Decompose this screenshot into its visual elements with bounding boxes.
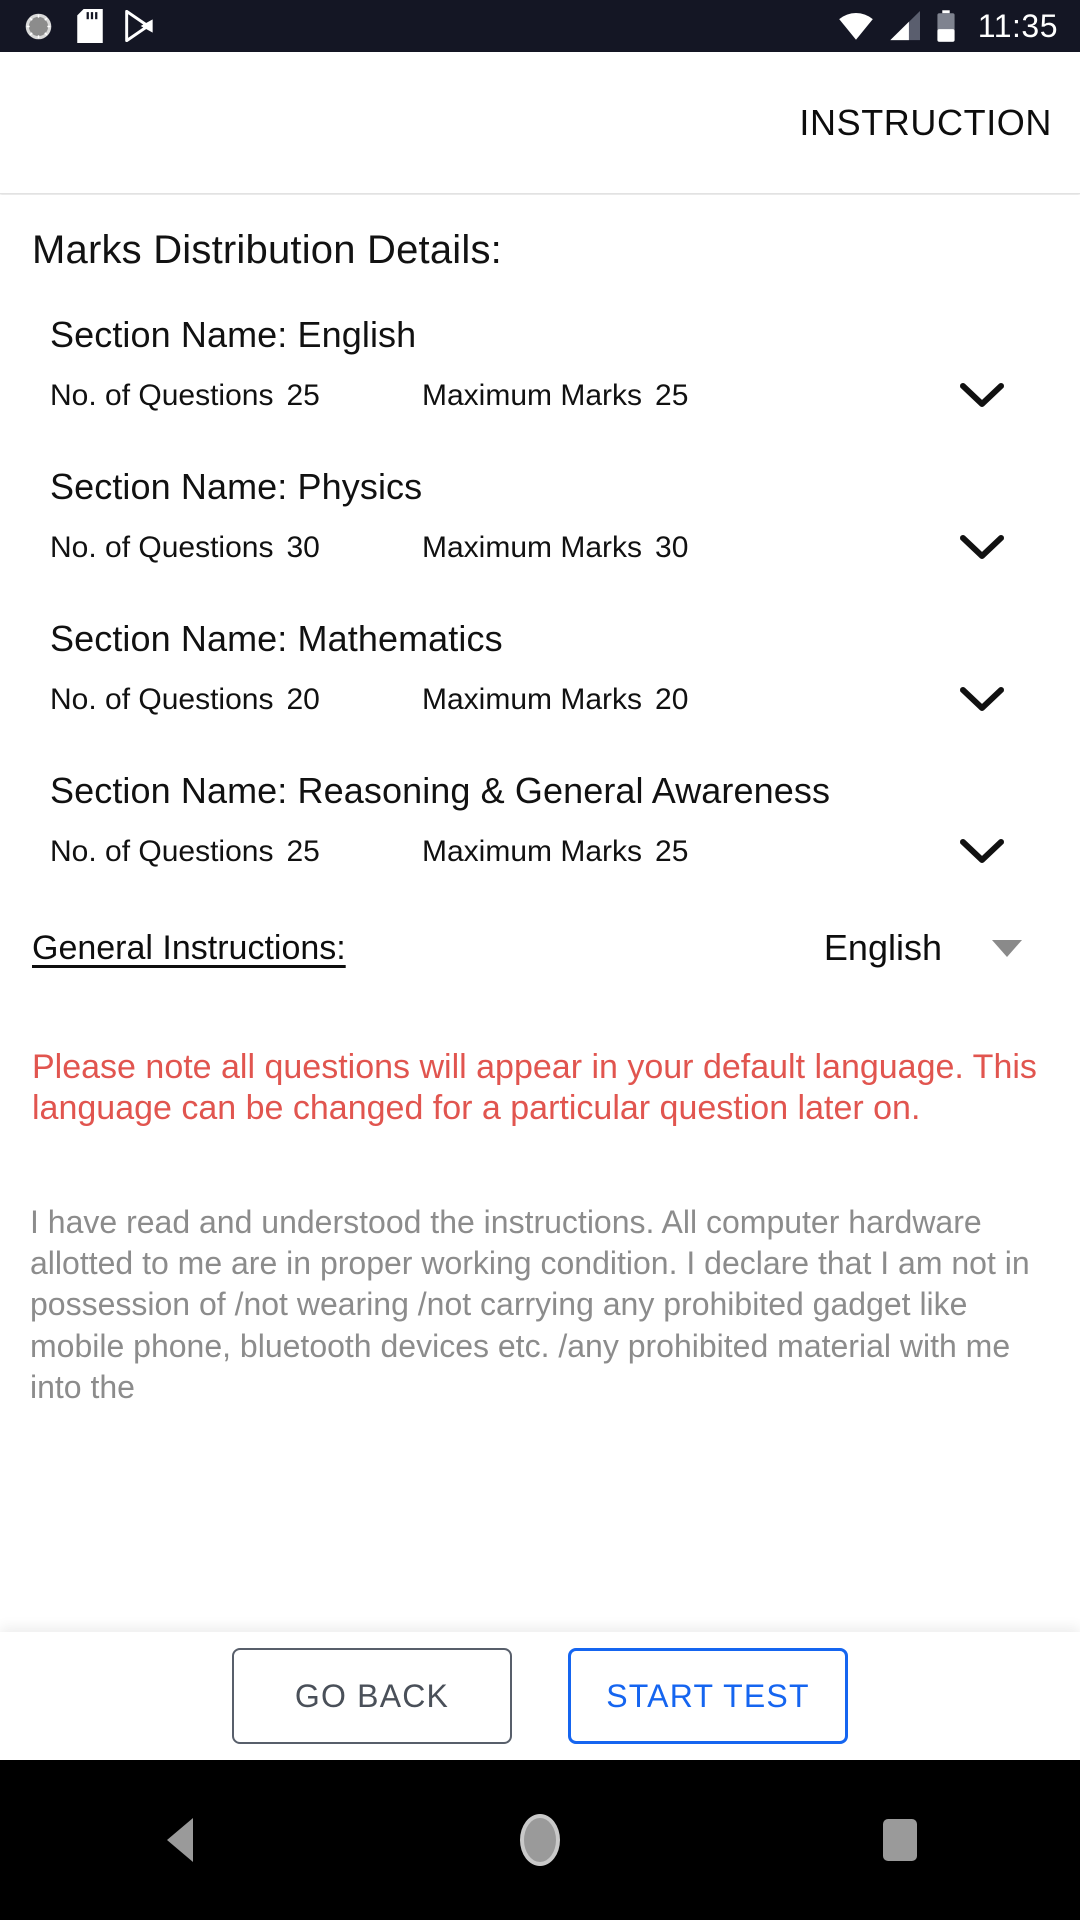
marks-value: 25: [655, 835, 689, 868]
section-row[interactable]: Section Name: Mathematics No. of Questio…: [0, 621, 1080, 717]
questions-count: No. of Questions 25: [50, 379, 422, 413]
play-store-icon: [125, 10, 155, 42]
general-instructions-label: General Instructions:: [32, 928, 346, 967]
marks-label: Maximum Marks: [422, 835, 643, 868]
instruction-scroll-area[interactable]: Marks Distribution Details: Section Name…: [0, 195, 1080, 1658]
chevron-down-icon[interactable]: [956, 383, 1008, 409]
sync-progress-icon: [22, 10, 55, 43]
chevron-down-icon[interactable]: [956, 687, 1008, 713]
questions-label: No. of Questions: [50, 379, 274, 412]
wifi-icon: [838, 11, 874, 41]
home-nav-icon: [520, 1814, 560, 1866]
section-name-label: Section Name: Physics: [50, 466, 423, 507]
android-navigation-bar: [0, 1760, 1080, 1920]
section-row[interactable]: Section Name: Reasoning & General Awaren…: [0, 773, 1080, 869]
marks-count: Maximum Marks 25: [422, 835, 956, 869]
recents-nav-button[interactable]: [720, 1760, 1080, 1920]
back-nav-button[interactable]: [0, 1760, 360, 1920]
questions-label: No. of Questions: [50, 683, 274, 716]
home-nav-button[interactable]: [360, 1760, 720, 1920]
status-bar-left-icons: [22, 9, 155, 43]
questions-value: 30: [286, 531, 320, 564]
start-test-button[interactable]: START TEST: [568, 1648, 848, 1744]
marks-label: Maximum Marks: [422, 531, 643, 564]
questions-value: 25: [286, 379, 320, 412]
section-meta-row: No. of Questions 25 Maximum Marks 25: [50, 835, 1054, 869]
section-meta-row: No. of Questions 30 Maximum Marks 30: [50, 531, 1054, 565]
page-title: INSTRUCTION: [799, 101, 1052, 143]
questions-value: 20: [286, 683, 320, 716]
chevron-down-icon[interactable]: [956, 839, 1008, 865]
questions-label: No. of Questions: [50, 835, 274, 868]
marks-count: Maximum Marks 25: [422, 379, 956, 413]
marks-distribution-heading: Marks Distribution Details:: [32, 228, 502, 272]
sections-list: Section Name: English No. of Questions 25…: [0, 317, 1080, 869]
status-bar-right-icons: 11:35: [838, 10, 1058, 42]
phone-screen: 11:35 INSTRUCTION Marks Distribution Det…: [0, 0, 1080, 1920]
questions-value: 25: [286, 835, 320, 868]
back-nav-icon: [167, 1818, 193, 1862]
go-back-button[interactable]: GO BACK: [232, 1648, 512, 1744]
section-row[interactable]: Section Name: English No. of Questions 25…: [0, 317, 1080, 413]
section-meta-row: No. of Questions 25 Maximum Marks 25: [50, 379, 1054, 413]
questions-label: No. of Questions: [50, 531, 274, 564]
section-meta-row: No. of Questions 20 Maximum Marks 20: [50, 683, 1054, 717]
marks-label: Maximum Marks: [422, 379, 643, 412]
chevron-down-icon[interactable]: [956, 535, 1008, 561]
marks-count: Maximum Marks 20: [422, 683, 956, 717]
marks-label: Maximum Marks: [422, 683, 643, 716]
language-notice-text: Please note all questions will appear in…: [32, 1048, 1037, 1128]
language-select-value: English: [823, 927, 942, 968]
marks-count: Maximum Marks 30: [422, 531, 956, 565]
section-name-label: Section Name: Reasoning & General Awaren…: [50, 770, 831, 811]
marks-value: 30: [655, 531, 689, 564]
marks-value: 25: [655, 379, 689, 412]
caret-down-icon[interactable]: [992, 939, 1022, 957]
questions-count: No. of Questions 20: [50, 683, 422, 717]
declaration-text: I have read and understood the instructi…: [30, 1203, 1030, 1405]
section-name-label: Section Name: Mathematics: [50, 618, 503, 659]
marks-value: 20: [655, 683, 689, 716]
sd-card-icon: [77, 9, 103, 43]
language-select[interactable]: English: [824, 927, 1050, 969]
recents-nav-icon: [883, 1819, 917, 1861]
cellular-signal-icon: [888, 11, 922, 41]
status-bar-clock: 11:35: [977, 8, 1058, 44]
app-bar: INSTRUCTION: [0, 52, 1080, 194]
general-instructions-row: General Instructions: English: [0, 927, 1080, 969]
status-bar: 11:35: [0, 0, 1080, 52]
battery-icon: [936, 10, 956, 42]
questions-count: No. of Questions 30: [50, 531, 422, 565]
section-row[interactable]: Section Name: Physics No. of Questions 30…: [0, 469, 1080, 565]
section-name-label: Section Name: English: [50, 314, 417, 355]
footer-action-bar: GO BACK START TEST: [0, 1632, 1080, 1760]
questions-count: No. of Questions 25: [50, 835, 422, 869]
